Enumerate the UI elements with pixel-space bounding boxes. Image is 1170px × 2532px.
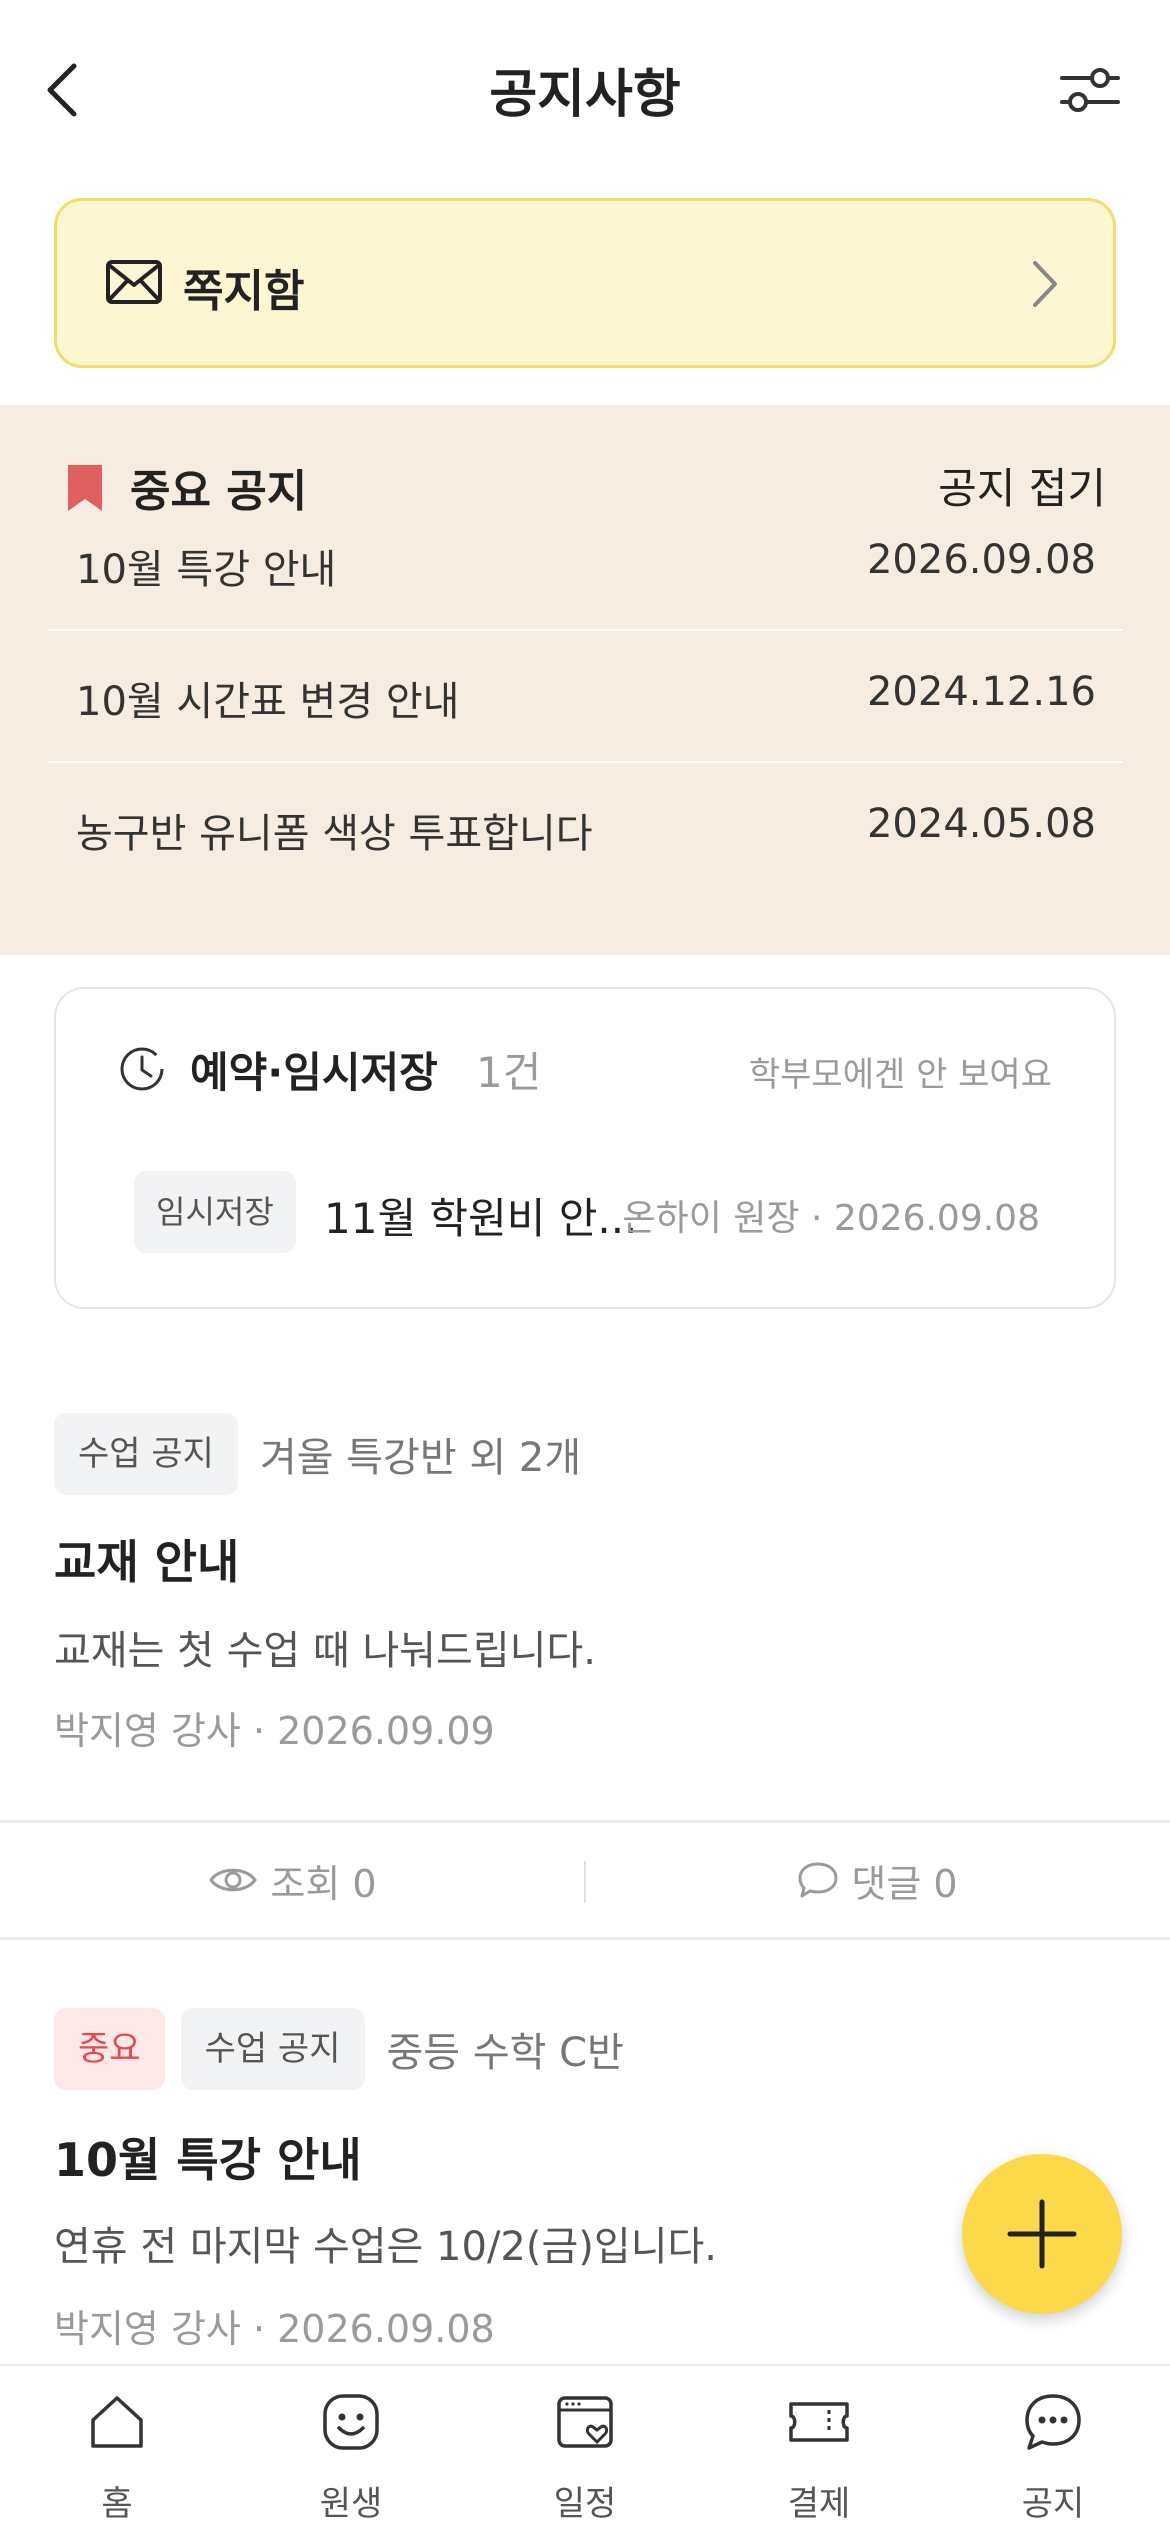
plus-icon	[1007, 2199, 1077, 2269]
views-label: 조회 0	[270, 1861, 377, 1906]
home-icon	[91, 2396, 143, 2448]
important-item[interactable]: 농구반 유니폼 색상 투표합니다 2024.05.08	[48, 761, 1122, 893]
notice-tags: 중요 수업 공지 중등 수학 C반	[54, 2008, 624, 2090]
notice-title: 10월 특강 안내	[54, 2133, 362, 2187]
important-item-title: 농구반 유니폼 색상 투표합니다	[76, 811, 593, 857]
nav-label: 홈	[101, 2484, 133, 2524]
message-box-button[interactable]: 쪽지함	[54, 198, 1116, 368]
nav-label: 일정	[553, 2484, 617, 2524]
comments-button[interactable]: 댓글 0	[585, 1823, 1170, 1937]
comments-label: 댓글 0	[851, 1861, 958, 1906]
eye-icon	[209, 1868, 258, 1892]
nav-item-home[interactable]: 홈	[0, 2366, 234, 2532]
category-badge: 수업 공지	[54, 1413, 238, 1495]
important-item-date: 2024.05.08	[866, 801, 1096, 847]
notice-body: 교재는 첫 수업 때 나눠드립니다.	[54, 1628, 596, 1674]
draft-item-meta: 온하이 원장 · 2026.09.08	[622, 1198, 1041, 1239]
notice-title: 교재 안내	[54, 1535, 240, 1589]
notice-stats: 조회 0 댓글 0	[0, 1820, 1170, 1940]
reservation-title: 예약·임시저장	[190, 1048, 438, 1097]
important-item-title: 10월 특강 안내	[76, 547, 337, 593]
views-count: 조회 0	[0, 1823, 585, 1937]
nav-label: 결제	[787, 2484, 851, 2524]
draft-item-title[interactable]: 11월 학원비 안...	[324, 1185, 637, 1246]
notice-body: 연휴 전 마지막 수업은 10/2(금)입니다.	[54, 2224, 718, 2270]
calendar-heart-icon	[557, 2396, 613, 2448]
reservation-count: 1건	[476, 1048, 542, 1097]
important-badge: 중요	[54, 2008, 165, 2090]
chevron-right-icon	[1033, 261, 1057, 307]
important-item-date: 2024.12.16	[866, 669, 1096, 715]
important-item-title: 10월 시간표 변경 안내	[76, 679, 460, 725]
reservation-hint: 학부모에겐 안 보여요	[748, 1055, 1052, 1095]
notice-meta: 박지영 강사 · 2026.09.08	[54, 2307, 495, 2351]
add-notice-button[interactable]	[962, 2154, 1122, 2314]
nav-label: 원생	[319, 2484, 383, 2524]
nav-label: 공지	[1021, 2484, 1085, 2524]
sliders-icon	[1060, 68, 1120, 112]
page-title: 공지사항	[489, 65, 681, 125]
important-notices: 중요 공지 공지 접기 10월 특강 안내 2026.09.08 10월 시간표…	[0, 405, 1170, 955]
notice-target: 중등 수학 C반	[386, 2030, 624, 2076]
important-item-date: 2026.09.08	[866, 537, 1096, 583]
notice-meta: 박지영 강사 · 2026.09.09	[54, 1709, 495, 1753]
ticket-icon	[789, 2402, 849, 2442]
nav-item-notice[interactable]: 공지	[936, 2366, 1170, 2532]
header: 공지사항	[0, 0, 1170, 175]
filter-button[interactable]	[1050, 50, 1130, 130]
message-box-label: 쪽지함	[183, 266, 305, 317]
notice-tags: 수업 공지 겨울 특강반 외 2개	[54, 1413, 581, 1495]
nav-item-payment[interactable]: 결제	[702, 2366, 936, 2532]
envelope-icon	[106, 260, 162, 304]
reservation-draft-card: 예약·임시저장 1건 학부모에겐 안 보여요 임시저장 11월 학원비 안...…	[54, 987, 1116, 1309]
clock-icon	[120, 1047, 164, 1091]
notice-target: 겨울 특강반 외 2개	[259, 1435, 582, 1481]
comment-icon	[798, 1862, 838, 1898]
smiley-icon	[323, 2394, 379, 2450]
important-item[interactable]: 10월 시간표 변경 안내 2024.12.16	[48, 629, 1122, 761]
nav-item-students[interactable]: 원생	[234, 2366, 468, 2532]
draft-badge: 임시저장	[134, 1171, 296, 1253]
nav-item-schedule[interactable]: 일정	[468, 2366, 702, 2532]
important-item[interactable]: 10월 특강 안내 2026.09.08	[48, 497, 1122, 629]
category-badge: 수업 공지	[180, 2008, 365, 2090]
bottom-nav: 홈 원생 일정 결제 공지	[0, 2364, 1170, 2532]
chat-bubble-icon	[1025, 2394, 1081, 2450]
